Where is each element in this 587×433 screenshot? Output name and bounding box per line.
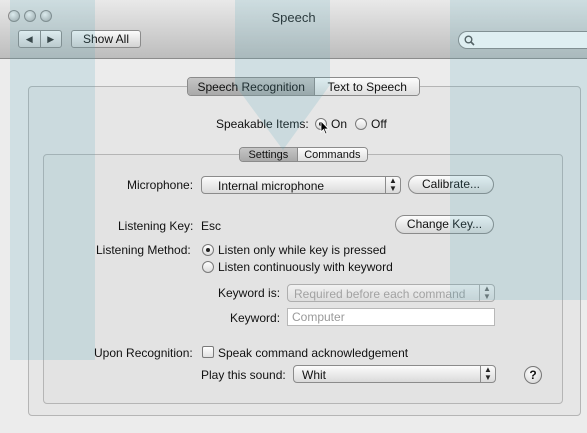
tab-commands[interactable]: Commands (296, 148, 367, 161)
help-icon[interactable]: ? (524, 366, 542, 384)
play-sound-label: Play this sound: (201, 368, 286, 382)
speakable-items-off-label: Off (371, 117, 387, 131)
microphone-label: Microphone: (127, 178, 194, 192)
speakable-items-on-label: On (331, 117, 348, 131)
tab-speech-recognition[interactable]: Speech Recognition (188, 78, 315, 95)
keyword-is-popup[interactable]: Required before each command ▲ ▼ (287, 284, 495, 302)
show-all-button[interactable]: Show All (71, 30, 141, 48)
listening-key-label: Listening Key: (118, 219, 194, 233)
change-key-button[interactable]: Change Key... (395, 215, 494, 234)
microphone-value: Internal microphone (218, 179, 325, 193)
speakable-items-off-radio[interactable] (355, 118, 367, 130)
tab-text-to-speech[interactable]: Text to Speech (314, 78, 419, 95)
listen-continuously-radio[interactable] (202, 261, 214, 273)
keyword-label: Keyword: (230, 311, 281, 325)
keyword-is-value: Required before each command (294, 287, 466, 301)
back-forward-control: ◀ ▶ (18, 30, 62, 48)
listen-while-key-pressed-label: Listen only while key is pressed (218, 243, 387, 257)
speakable-items-label: Speakable Items: (216, 117, 309, 131)
play-sound-value: Whit (302, 368, 326, 382)
popup-arrows-icon: ▲ ▼ (480, 366, 495, 382)
cursor-icon (320, 120, 330, 135)
keyword-is-label: Keyword is: (218, 286, 281, 300)
search-input[interactable] (458, 31, 587, 49)
speak-acknowledgement-checkbox[interactable] (202, 346, 214, 358)
listening-method-label: Listening Method: (96, 243, 191, 257)
tab-settings[interactable]: Settings (240, 148, 297, 161)
window-title: Speech (271, 10, 316, 25)
forward-button[interactable]: ▶ (39, 31, 62, 47)
popup-arrows-icon: ▲ ▼ (479, 285, 494, 301)
listen-continuously-label: Listen continuously with keyword (218, 260, 393, 274)
listening-key-value: Esc (201, 219, 222, 233)
speak-acknowledgement-label: Speak command acknowledgement (218, 346, 409, 360)
search-icon (464, 35, 475, 46)
main-tabs: Speech Recognition Text to Speech (187, 77, 420, 96)
listen-while-key-pressed-radio[interactable] (202, 244, 214, 256)
keyword-field[interactable]: Computer (287, 308, 495, 326)
popup-arrows-icon: ▲ ▼ (385, 177, 400, 193)
window-titlebar: Speech ◀ ▶ Show All (0, 0, 587, 59)
microphone-popup[interactable]: Internal microphone ▲ ▼ (201, 176, 401, 194)
upon-recognition-label: Upon Recognition: (94, 346, 193, 360)
calibrate-button[interactable]: Calibrate... (408, 175, 494, 194)
sub-tabs: Settings Commands (239, 147, 368, 162)
back-button[interactable]: ◀ (19, 31, 40, 47)
play-sound-popup[interactable]: Whit ▲ ▼ (293, 365, 496, 383)
